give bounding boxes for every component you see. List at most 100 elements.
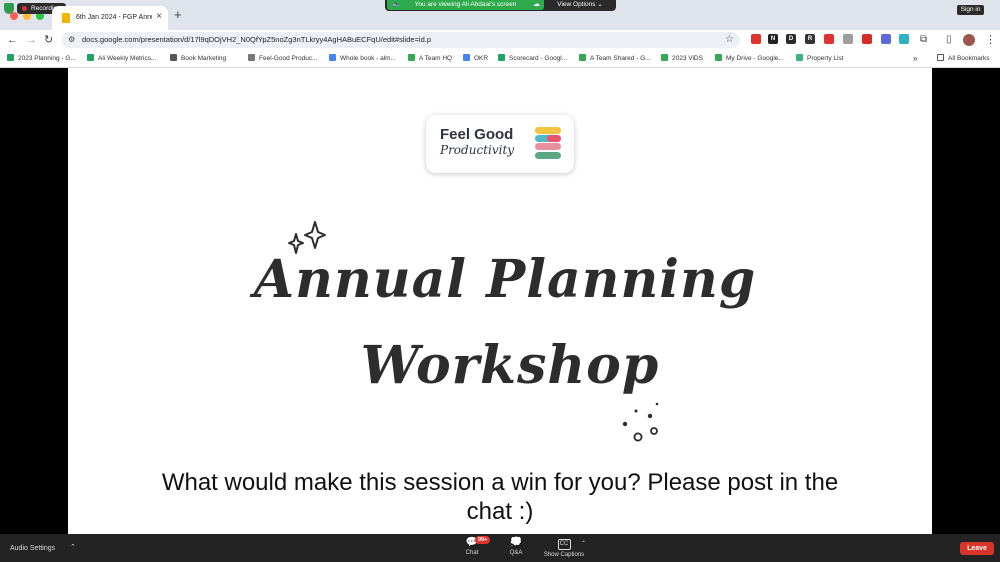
- bookmark-label: OKR: [474, 55, 489, 62]
- bookmark-label: My Drive - Google...: [726, 55, 784, 62]
- gear-ext-icon[interactable]: [881, 34, 891, 44]
- pinterest-icon[interactable]: [862, 34, 872, 44]
- readwise-icon[interactable]: D: [786, 34, 796, 44]
- bookmark-item[interactable]: Scorecard - Googl...: [498, 53, 567, 65]
- bookmark-label: A Team HQ: [419, 55, 453, 62]
- folder-icon: [170, 54, 177, 61]
- url-text: docs.google.com/presentation/d/17l9qDOjV…: [82, 35, 432, 44]
- logo-stripe: [535, 143, 561, 150]
- bookmark-label: A Team Shared - G...: [590, 55, 651, 62]
- view-options-label: View Options: [557, 1, 596, 8]
- pdf-icon[interactable]: [751, 34, 761, 44]
- grammarly-icon[interactable]: [899, 34, 909, 44]
- all-bookmarks-label: All Bookmarks: [948, 55, 990, 62]
- bookmark-item[interactable]: Feel-Good Produc...: [248, 53, 318, 65]
- folder-icon: [937, 54, 944, 61]
- drive-icon: [661, 54, 668, 61]
- tab-bar: Recording 6th Jan 2024 - FGP Annual P × …: [0, 0, 1000, 30]
- bookmark-item[interactable]: Whole book - alm...: [329, 53, 396, 65]
- more-menu-icon[interactable]: ⋮: [985, 32, 996, 48]
- drive-icon: [408, 54, 415, 61]
- cloud-icon: [796, 54, 803, 61]
- shared-screen: Feel Good Productivity Annual Planning W…: [0, 68, 1000, 534]
- viewing-screen-text: You are viewing Ali Abdaal's screen: [414, 1, 517, 8]
- bookmark-item[interactable]: Ali Weekly Metrics...: [87, 53, 156, 65]
- more-bookmarks-icon[interactable]: »: [913, 53, 917, 65]
- shield-icon: [4, 3, 14, 14]
- bookmark-item[interactable]: 2023 ViDS: [661, 53, 703, 65]
- slide-question: What would make this session a win for y…: [161, 469, 839, 525]
- bookmark-item[interactable]: A Team HQ: [408, 53, 452, 65]
- chevron-down-icon: ⌄: [597, 1, 603, 8]
- side-panel-icon[interactable]: ▯: [946, 32, 952, 48]
- sheets-icon: [87, 54, 94, 61]
- logo-line1: Feel Good: [440, 126, 514, 143]
- roam-icon[interactable]: R: [805, 34, 815, 44]
- close-icon[interactable]: ×: [156, 11, 162, 23]
- bookmark-label: 2023 ViDS: [672, 55, 703, 62]
- puzzle-icon[interactable]: ⧉: [920, 32, 927, 48]
- audio-settings-button[interactable]: Audio Settings: [10, 544, 55, 554]
- bookmark-label: Ali Weekly Metrics...: [98, 55, 157, 62]
- tab-google-slides[interactable]: 6th Jan 2024 - FGP Annual P ×: [52, 6, 168, 30]
- logo-stripe: [535, 127, 561, 134]
- bookmark-label: 2023 Planning - G...: [18, 55, 76, 62]
- chevron-up-icon[interactable]: ⌃: [581, 540, 586, 548]
- notion-icon[interactable]: N: [768, 34, 778, 44]
- bookmark-item[interactable]: A Team Shared - G...: [579, 53, 651, 65]
- docs-icon: [329, 54, 336, 61]
- new-tab-button[interactable]: +: [174, 8, 182, 22]
- decorative-dots-icon: [622, 402, 659, 442]
- bookmark-item[interactable]: My Drive - Google...: [715, 53, 784, 65]
- title-line-1: Annual Planning: [253, 249, 757, 310]
- address-bar[interactable]: ⚙ docs.google.com/presentation/d/17l9qDO…: [62, 32, 740, 48]
- forward-icon[interactable]: →: [26, 32, 37, 48]
- cloud-icon: ☁: [533, 1, 540, 8]
- chat-unread-badge: 99+: [475, 536, 491, 544]
- screen-share-banner: 🔈 You are viewing Ali Abdaal's screen ☁ …: [385, 0, 616, 11]
- chat-label: Chat: [465, 550, 479, 556]
- slides-icon: [62, 13, 70, 23]
- avatar[interactable]: [963, 34, 975, 46]
- bookmark-item[interactable]: Book Marketing: [170, 53, 226, 65]
- qa-label: Q&A: [509, 550, 523, 556]
- youtube-icon[interactable]: [824, 34, 834, 44]
- logo-line2: Productivity: [440, 143, 515, 157]
- bookmark-label: Book Marketing: [181, 55, 227, 62]
- tab-title: 6th Jan 2024 - FGP Annual P: [76, 14, 152, 21]
- google-icon: [463, 54, 470, 61]
- chevron-up-icon[interactable]: ⌃: [70, 543, 76, 553]
- feel-good-productivity-logo: Feel Good Productivity: [426, 115, 574, 173]
- speaker-icon: 🔈: [392, 1, 401, 8]
- logo-stripe: [535, 152, 561, 159]
- qa-icon: 💭: [509, 537, 523, 548]
- globe-icon: [248, 54, 255, 61]
- presentation-slide: Feel Good Productivity Annual Planning W…: [68, 68, 932, 534]
- bookmark-star-icon[interactable]: ☆: [725, 33, 734, 47]
- bookmark-label: Property List: [807, 55, 844, 62]
- view-options-button[interactable]: View Options ⌄: [550, 0, 610, 10]
- bookmark-item[interactable]: OKR: [463, 53, 488, 65]
- show-captions-label: Show Captions: [543, 552, 585, 558]
- bookmarks-bar: 2023 Planning - G... Ali Weekly Metrics..…: [0, 50, 1000, 68]
- bookmark-label: Scorecard - Googl...: [509, 55, 568, 62]
- back-icon[interactable]: ←: [7, 32, 18, 48]
- bookmark-label: Whole book - alm...: [340, 55, 396, 62]
- cc-icon: CC: [557, 539, 571, 550]
- browser-toolbar: ← → ↻ ⚙ docs.google.com/presentation/d/1…: [0, 30, 1000, 50]
- viewing-screen-label: 🔈 You are viewing Ali Abdaal's screen ☁: [387, 0, 544, 10]
- sheets-icon: [7, 54, 14, 61]
- drive-icon: [715, 54, 722, 61]
- qa-button[interactable]: 💭 Q&A: [496, 537, 536, 558]
- reload-icon[interactable]: ↻: [44, 32, 53, 48]
- bookmark-label: Feel-Good Produc...: [259, 55, 318, 62]
- drive-icon: [579, 54, 586, 61]
- bookmark-item[interactable]: 2023 Planning - G...: [7, 53, 76, 65]
- screen-icon[interactable]: [843, 34, 853, 44]
- sign-in-button[interactable]: Sign in: [957, 5, 984, 15]
- bookmark-item[interactable]: Property List: [796, 53, 844, 65]
- browser-chrome: Recording 6th Jan 2024 - FGP Annual P × …: [0, 0, 1000, 68]
- leave-button[interactable]: Leave: [960, 542, 994, 555]
- site-settings-icon[interactable]: ⚙: [68, 34, 75, 46]
- all-bookmarks-button[interactable]: All Bookmarks: [937, 53, 990, 65]
